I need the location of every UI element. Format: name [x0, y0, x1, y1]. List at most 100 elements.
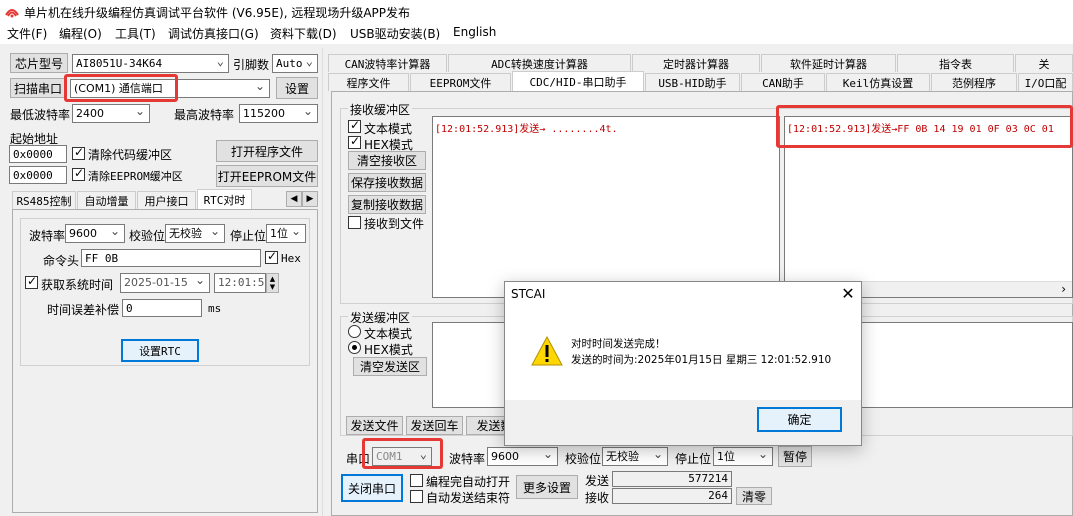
open-program-file-button[interactable]: 打开程序文件 [216, 140, 318, 162]
close-port-button[interactable]: 关闭串口 [341, 474, 403, 502]
send-count-field: 577214 [612, 471, 732, 487]
tab-user-interface[interactable]: 用户接口 [137, 191, 196, 209]
send-text-mode-radio[interactable] [348, 325, 361, 338]
clear-receive-button[interactable]: 清空接收区 [348, 151, 426, 170]
min-baud-select[interactable]: 2400 [72, 104, 150, 123]
bottom-baud-label: 波特率 [449, 452, 486, 466]
tab-rtc[interactable]: RTC对时 [197, 189, 252, 209]
eeprom-address-input[interactable]: 0x0000 [9, 166, 67, 184]
scroll-right-icon[interactable]: › [1061, 282, 1066, 296]
get-system-time-checkbox[interactable] [25, 274, 38, 289]
clear-code-checkbox[interactable] [72, 145, 85, 160]
send-cr-button[interactable]: 发送回车 [406, 416, 463, 435]
clear-eeprom-label: 清除EEPROM缓冲区 [88, 170, 183, 183]
ok-button[interactable]: 确定 [757, 407, 842, 432]
time-input[interactable]: 12:01:58 [214, 273, 266, 293]
bottom-baud-select[interactable]: 9600 [487, 447, 558, 466]
hex-checkbox[interactable] [265, 249, 278, 264]
time-offset-input[interactable]: 0 [122, 299, 202, 317]
tab-keil-settings[interactable]: Keil仿真设置 [826, 73, 930, 91]
clear-send-button[interactable]: 清空发送区 [353, 357, 427, 376]
tab-can-assistant[interactable]: CAN助手 [741, 73, 825, 91]
tab-eeprom-file[interactable]: EEPROM文件 [410, 73, 511, 91]
tab-timer-calc[interactable]: 定时器计算器 [632, 54, 760, 72]
menu-download[interactable]: 资料下载(D) [270, 25, 337, 42]
receive-to-file-checkbox[interactable] [348, 216, 361, 229]
dialog-message-line2: 发送的时间为:2025年01月15日 星期三 12:01:52.910 [571, 354, 832, 366]
copy-receive-button[interactable]: 复制接收数据 [348, 195, 426, 214]
splitter[interactable] [322, 48, 326, 516]
bottom-parity-label: 校验位 [565, 452, 602, 466]
send-file-button[interactable]: 发送文件 [346, 416, 403, 435]
clear-count-button[interactable]: 清零 [736, 487, 772, 505]
set-rtc-button[interactable]: 设置RTC [121, 339, 199, 362]
rtc-baud-select[interactable]: 9600 [65, 224, 125, 243]
recv-text-mode-checkbox[interactable] [348, 118, 361, 133]
message-dialog: STCAI ✕ 对时时间发送完成！ 发送的时间为:2025年01月15日 星期三… [504, 281, 862, 446]
bottom-stop-select[interactable]: 1位 [713, 447, 773, 466]
max-baud-select[interactable]: 115200 [239, 104, 318, 123]
scan-port-button[interactable]: 扫描串口 [10, 78, 66, 98]
hex-label: Hex [281, 252, 301, 265]
chip-model-select[interactable]: AI8051U-34K64 [72, 54, 229, 73]
app-logo-icon [5, 9, 19, 18]
rtc-parity-select[interactable]: 无校验 [165, 224, 225, 243]
receive-hex-log: [12:01:52.913]发送→FF 0B 14 19 01 0F 03 0C… [787, 124, 1054, 135]
dialog-title: STCAI [511, 287, 546, 301]
tab-instruction-table[interactable]: 指令表 [897, 54, 1014, 72]
menu-program[interactable]: 编程(O) [59, 25, 102, 42]
send-text-mode-label: 文本模式 [364, 327, 413, 341]
tab-adc-speed-calc[interactable]: ADC转换速度计算器 [448, 54, 631, 72]
recv-text-mode-label: 文本模式 [364, 122, 413, 136]
tab-serial-assistant[interactable]: CDC/HID-串口助手 [512, 71, 644, 91]
tab-io-config[interactable]: I/O口配 [1018, 73, 1073, 91]
warning-icon [531, 336, 563, 366]
send-hex-mode-radio[interactable] [348, 341, 361, 354]
get-system-time-label: 获取系统时间 [41, 278, 114, 292]
code-address-input[interactable]: 0x0000 [9, 145, 67, 163]
receive-hex-area[interactable]: [12:01:52.913]发送→FF 0B 14 19 01 0F 03 0C… [784, 116, 1073, 298]
cmd-header-label: 命令头 [43, 254, 80, 268]
recv-hex-mode-checkbox[interactable] [348, 134, 361, 149]
tab-scroll-right-icon[interactable]: ▶ [302, 191, 318, 207]
pins-select[interactable]: Auto [272, 54, 318, 73]
tab-more[interactable]: 关 [1015, 54, 1073, 72]
tab-auto-increment[interactable]: 自动增量 [77, 191, 136, 209]
receive-buffer-label: 接收缓冲区 [348, 101, 413, 118]
menu-usb-driver[interactable]: USB驱动安装(B) [350, 25, 440, 42]
bottom-port-label: 串口 [346, 452, 371, 466]
more-settings-button[interactable]: 更多设置 [516, 475, 578, 499]
pause-button[interactable]: 暂停 [778, 446, 812, 467]
chip-model-button[interactable]: 芯片型号 [10, 53, 68, 73]
settings-button[interactable]: 设置 [276, 77, 318, 99]
rtc-baud-label: 波特率 [29, 229, 66, 243]
time-spinner-icon[interactable]: ▲ ▼ [266, 273, 279, 293]
menu-debug[interactable]: 调试仿真接口(G) [168, 25, 259, 42]
rtc-parity-label: 校验位 [129, 229, 166, 243]
menu-english[interactable]: English [453, 25, 496, 39]
auto-send-end-checkbox[interactable] [410, 490, 423, 503]
auto-open-checkbox[interactable] [410, 474, 423, 487]
time-offset-label: 时间误差补偿 [47, 303, 120, 317]
tab-examples[interactable]: 范例程序 [931, 73, 1017, 91]
receive-text-area[interactable]: [12:01:52.913]发送→ ........4t. [432, 116, 780, 298]
tab-can-baud-calc[interactable]: CAN波特率计算器 [328, 54, 447, 72]
tab-usb-hid[interactable]: USB-HID助手 [645, 73, 740, 91]
tab-rs485[interactable]: RS485控制 [12, 191, 76, 209]
bottom-port-select[interactable]: COM1 [372, 447, 432, 466]
menu-tools[interactable]: 工具(T) [115, 25, 156, 42]
menu-file[interactable]: 文件(F) [7, 25, 47, 42]
tab-delay-calc[interactable]: 软件延时计算器 [761, 54, 896, 72]
rtc-stop-select[interactable]: 1位 [266, 224, 306, 243]
clear-eeprom-checkbox[interactable] [72, 166, 85, 181]
tab-program-file[interactable]: 程序文件 [328, 73, 409, 91]
save-receive-button[interactable]: 保存接收数据 [348, 173, 426, 192]
port-select[interactable]: (COM1) 通信端口 [70, 79, 270, 98]
bottom-parity-select[interactable]: 无校验 [602, 447, 668, 466]
cmd-header-input[interactable]: FF 0B [81, 249, 261, 267]
close-icon[interactable]: ✕ [838, 284, 858, 304]
menu-bar [0, 22, 1073, 44]
open-eeprom-file-button[interactable]: 打开EEPROM文件 [216, 165, 318, 187]
date-picker[interactable]: 2025-01-15 [120, 273, 210, 293]
tab-scroll-left-icon[interactable]: ◀ [286, 191, 302, 207]
